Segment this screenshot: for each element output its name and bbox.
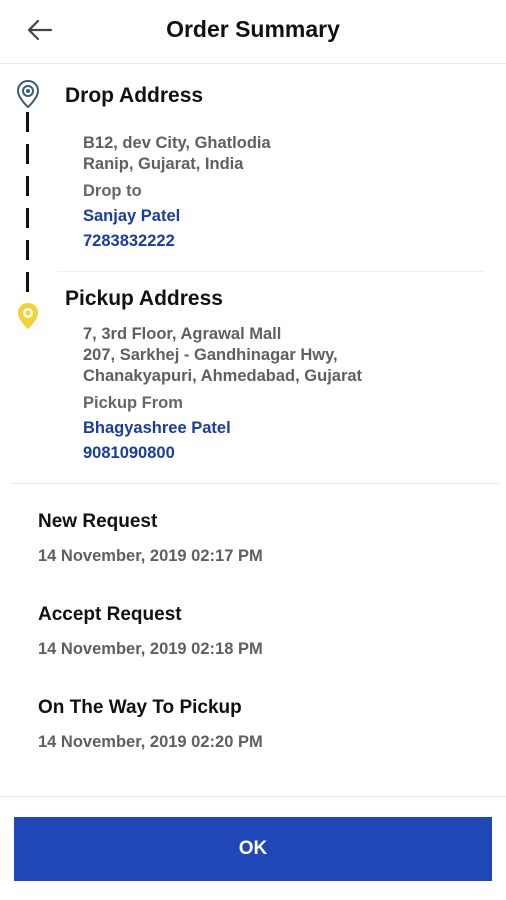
status-title: Accept Request (38, 604, 182, 625)
status-title: New Request (38, 511, 158, 532)
timeline-dash (26, 144, 29, 164)
pickup-address-line: 207, Sarkhej - Gandhinagar Hwy, (83, 346, 338, 364)
drop-address-heading: Drop Address (65, 84, 204, 107)
drop-contact-phone[interactable]: 7283832222 (83, 232, 175, 251)
timeline-dash (26, 272, 29, 292)
status-time: 14 November, 2019 02:17 PM (38, 547, 263, 565)
pickup-location-pin-icon (18, 303, 38, 329)
drop-address-line: Ranip, Gujarat, India (83, 155, 244, 173)
pickup-address-line: 7, 3rd Floor, Agrawal Mall (83, 325, 282, 343)
pickup-address-line: Chanakyapuri, Ahmedabad, Gujarat (83, 367, 363, 385)
drop-to-label: Drop to (83, 182, 142, 200)
status-time: 14 November, 2019 02:18 PM (38, 640, 263, 658)
drop-location-pin-icon (16, 80, 40, 108)
pickup-contact-phone[interactable]: 9081090800 (83, 444, 175, 463)
timeline-dash (26, 240, 29, 260)
drop-address-line: B12, dev City, Ghatlodia (83, 134, 271, 152)
pickup-address-heading: Pickup Address (65, 287, 223, 310)
status-title: On The Way To Pickup (38, 697, 242, 718)
timeline-dash (26, 112, 29, 132)
timeline-dash (26, 208, 29, 228)
status-time: 14 November, 2019 02:20 PM (38, 733, 263, 751)
app-header: Order Summary (0, 0, 506, 64)
pickup-contact-name: Bhagyashree Patel (83, 419, 231, 437)
pickup-from-label: Pickup From (83, 394, 183, 412)
route-timeline (14, 80, 44, 340)
drop-contact-name: Sanjay Patel (83, 207, 181, 225)
section-divider (10, 483, 500, 484)
timeline-dash (26, 176, 29, 196)
ok-button[interactable]: OK (14, 817, 492, 881)
page-title: Order Summary (166, 16, 340, 42)
address-divider (58, 271, 484, 272)
footer-divider (0, 796, 506, 797)
